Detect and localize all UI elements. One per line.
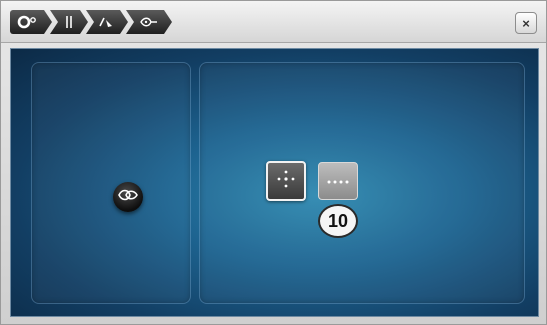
presser-foot-pressure-icon	[17, 15, 39, 29]
thread-tension-icon	[98, 15, 116, 29]
breadcrumb: ×	[1, 1, 546, 43]
needle-icon	[64, 15, 74, 29]
main-area: 10	[10, 48, 539, 317]
close-button[interactable]: ×	[515, 12, 537, 34]
right-panel	[199, 62, 525, 304]
close-icon: ×	[522, 15, 530, 31]
center-stitch-button[interactable]	[266, 161, 306, 201]
stitch-pattern-icon	[139, 15, 159, 29]
breadcrumb-item-thread-tension[interactable]	[86, 10, 128, 34]
center-dots-icon	[276, 169, 296, 194]
breadcrumb-item-stitch[interactable]	[126, 10, 172, 34]
breadcrumb-item-presser-foot[interactable]	[10, 10, 52, 34]
stitch-count-button[interactable]	[318, 162, 358, 200]
left-panel	[31, 62, 191, 304]
stitch-count-value: 10	[318, 204, 358, 238]
breadcrumb-item-needle[interactable]	[50, 10, 88, 34]
pattern-repeat-button[interactable]	[113, 182, 143, 212]
dotted-line-icon	[326, 172, 350, 190]
window: × 10	[0, 0, 547, 325]
pattern-repeat-icon	[118, 188, 138, 206]
breadcrumb-items	[10, 10, 170, 34]
